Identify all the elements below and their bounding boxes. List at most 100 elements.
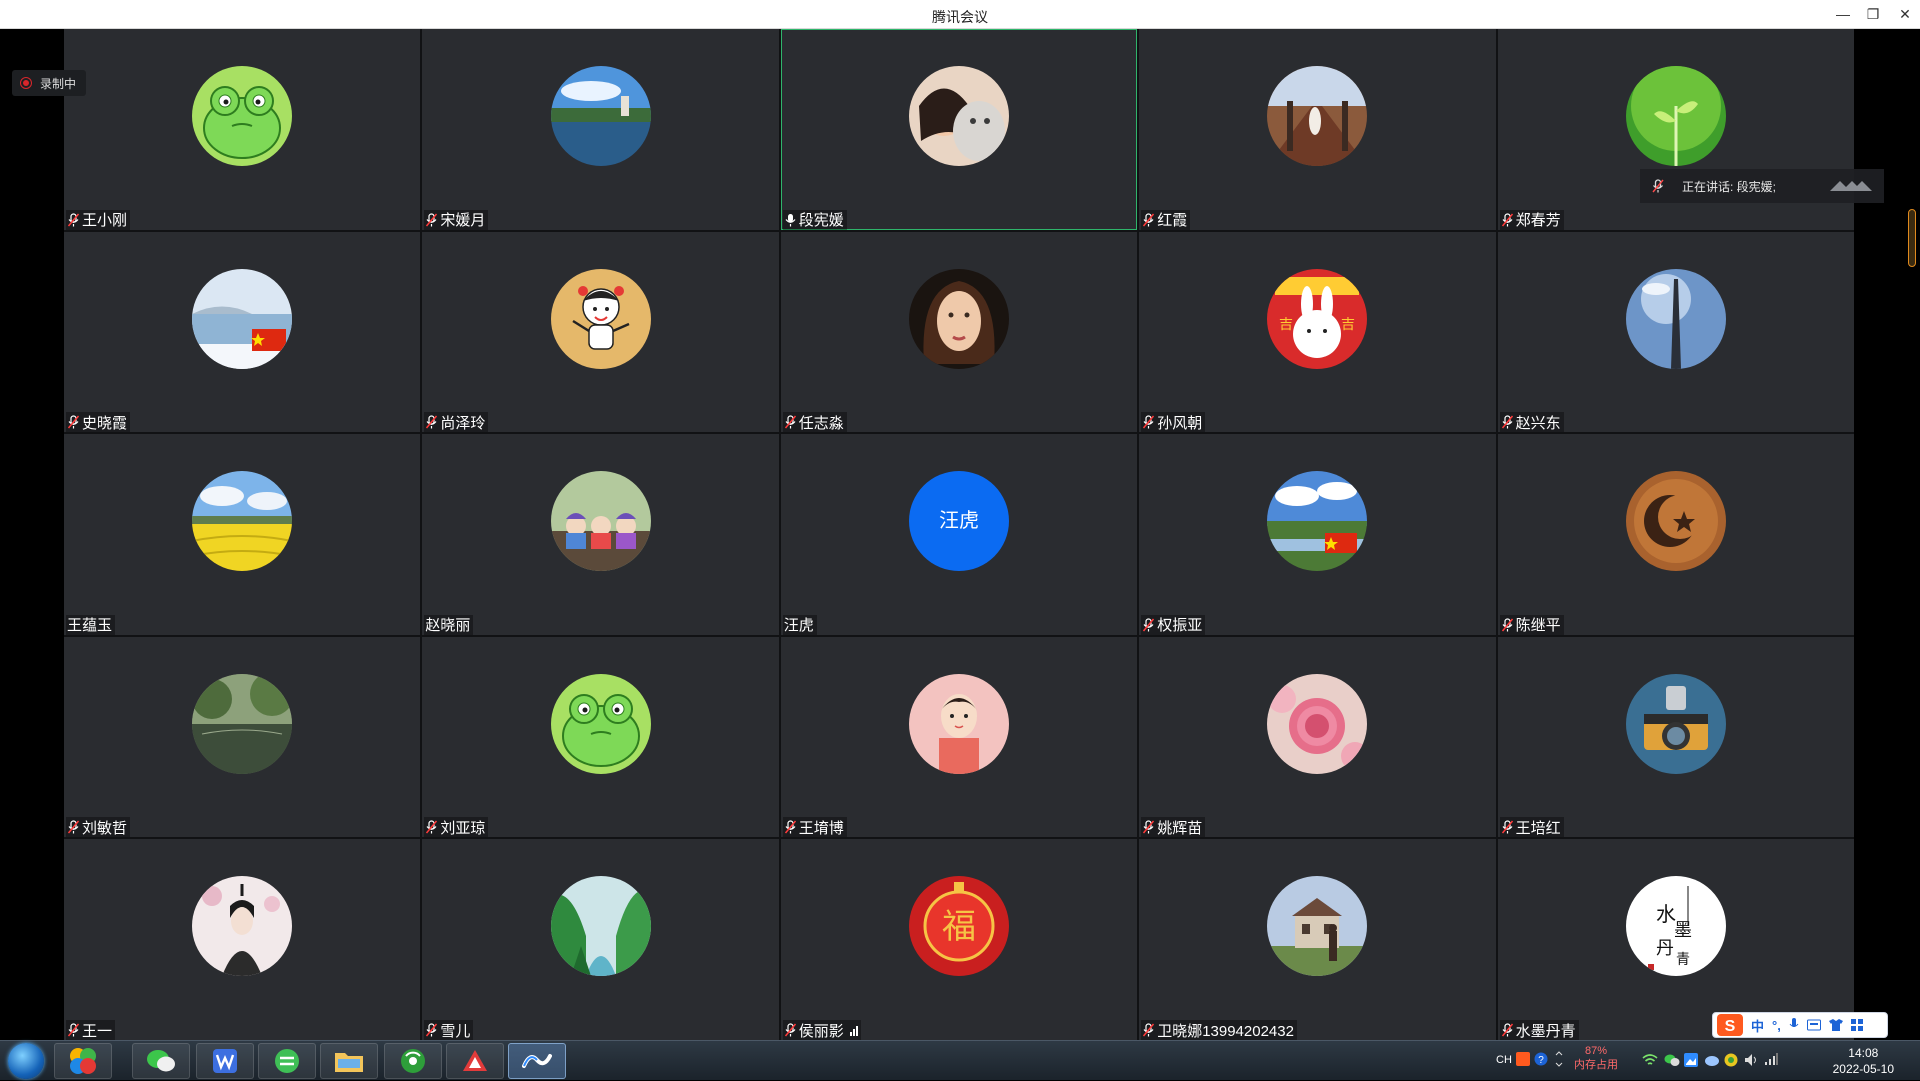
- participant-tile[interactable]: 尚泽玲: [422, 231, 779, 433]
- wechat-tray-icon[interactable]: [1664, 1053, 1680, 1067]
- participant-tile[interactable]: 姚辉苗: [1139, 636, 1496, 838]
- participant-name-tag: 赵兴东: [1499, 412, 1564, 433]
- house-photo: [1267, 876, 1368, 977]
- sogou-tray-icon[interactable]: [1516, 1052, 1530, 1066]
- winter-lake-photo: [192, 268, 293, 369]
- taskbar-network-app[interactable]: [384, 1043, 442, 1079]
- microphone-muted-icon[interactable]: [1501, 415, 1514, 429]
- wifi-icon[interactable]: [1642, 1053, 1658, 1067]
- svg-text:?: ?: [1538, 1055, 1544, 1066]
- microphone-muted-icon[interactable]: [425, 212, 438, 227]
- frog-icon: [192, 66, 293, 166]
- microphone-muted-icon[interactable]: [784, 1023, 797, 1037]
- microphone-muted-icon[interactable]: [67, 212, 80, 227]
- skin-icon[interactable]: [1828, 1019, 1843, 1031]
- participant-tile[interactable]: 福侯丽影: [780, 839, 1138, 1040]
- bridge-photo: [1267, 66, 1368, 166]
- minimize-button[interactable]: —: [1832, 4, 1854, 24]
- cloud-icon[interactable]: [1704, 1053, 1720, 1067]
- network-signal-icon[interactable]: [1764, 1052, 1778, 1066]
- clock[interactable]: 14:08 2022-05-10: [1833, 1045, 1894, 1077]
- participant-tile[interactable]: 汪虎 汪虎: [780, 434, 1138, 635]
- participant-name: 史晓霞: [82, 414, 128, 432]
- recording-indicator[interactable]: 录制中: [12, 70, 87, 96]
- participant-tile[interactable]: 卫晓娜13994202432: [1139, 839, 1496, 1040]
- security-tray-icon[interactable]: [1724, 1053, 1738, 1067]
- participant-tile[interactable]: 赵晓丽: [422, 434, 779, 635]
- participant-tile[interactable]: 段宪媛: [780, 29, 1138, 230]
- punctuation-icon[interactable]: °,: [1772, 1018, 1781, 1033]
- taskbar-browser[interactable]: [258, 1043, 316, 1079]
- taskbar-file-explorer[interactable]: [320, 1043, 378, 1079]
- participant-tile[interactable]: 陈继平: [1497, 434, 1854, 635]
- microphone-muted-icon[interactable]: [1142, 618, 1155, 632]
- participant-tile[interactable]: 雪儿: [422, 839, 779, 1040]
- microphone-muted-icon[interactable]: [67, 820, 80, 834]
- participant-tile[interactable]: 王一: [64, 839, 421, 1040]
- participant-tile[interactable]: 王小刚: [64, 29, 421, 230]
- microphone-muted-icon[interactable]: [784, 820, 797, 834]
- microphone-muted-icon[interactable]: [425, 1023, 438, 1037]
- microphone-muted-icon[interactable]: [1142, 820, 1155, 834]
- clock-date: 2022-05-10: [1832, 1062, 1894, 1076]
- participant-tile[interactable]: 刘亚琼: [422, 636, 779, 838]
- toolbox-icon[interactable]: [1850, 1019, 1863, 1031]
- taskbar-wechat[interactable]: [132, 1043, 190, 1079]
- browser-icon: [275, 1049, 299, 1073]
- microphone-muted-icon[interactable]: [1501, 618, 1514, 632]
- microphone-muted-icon[interactable]: [67, 1023, 80, 1037]
- taskbar-red-app[interactable]: [446, 1043, 504, 1079]
- participant-tile[interactable]: 吉吉孙风朝: [1139, 231, 1496, 433]
- participant-tile[interactable]: 刘敏哲: [64, 636, 421, 838]
- help-icon[interactable]: ?: [1534, 1052, 1548, 1066]
- language-indicator[interactable]: CH: [1496, 1054, 1512, 1066]
- ime-toolbar[interactable]: S 中 °,: [1712, 1012, 1888, 1038]
- participant-name: 侯丽影: [798, 1022, 844, 1040]
- microphone-muted-icon[interactable]: [425, 415, 438, 429]
- volume-icon[interactable]: [1744, 1053, 1758, 1067]
- participant-name: 红霞: [1157, 212, 1188, 230]
- lake-photo: [550, 66, 651, 166]
- microphone-muted-icon[interactable]: [1142, 212, 1155, 227]
- svg-text:福: 福: [942, 907, 976, 947]
- photos-tray-icon[interactable]: [1684, 1053, 1698, 1067]
- ime-mode[interactable]: 中: [1751, 1016, 1764, 1035]
- taskbar-tencent-meeting[interactable]: [508, 1043, 566, 1079]
- frog-icon: [550, 673, 651, 774]
- microphone-muted-icon[interactable]: [1501, 1023, 1514, 1037]
- tray-expand-icon[interactable]: [1554, 1051, 1564, 1067]
- microphone-muted-icon[interactable]: [1501, 212, 1514, 227]
- avatar: [1267, 673, 1368, 774]
- fu-lantern-icon: 福: [908, 876, 1009, 977]
- microphone-muted-icon[interactable]: [425, 820, 438, 834]
- taskbar-photo-app[interactable]: [54, 1043, 112, 1079]
- participant-tile[interactable]: 赵兴东: [1497, 231, 1854, 433]
- participant-tile[interactable]: 权振亚: [1139, 434, 1496, 635]
- microphone-muted-icon[interactable]: [67, 415, 80, 429]
- participant-tile[interactable]: 任志淼: [780, 231, 1138, 433]
- participant-tile[interactable]: 红霞: [1139, 29, 1496, 230]
- keyboard-icon[interactable]: [1806, 1019, 1821, 1031]
- start-button[interactable]: [8, 1043, 44, 1079]
- microphone-muted-icon[interactable]: [784, 415, 797, 429]
- participant-tile[interactable]: 水墨丹青水墨丹青: [1497, 839, 1854, 1040]
- participant-tile[interactable]: 王堉博: [780, 636, 1138, 838]
- microphone-muted-icon[interactable]: [1501, 820, 1514, 834]
- participant-name-tag: 汪虎: [782, 614, 817, 635]
- taskbar-wps[interactable]: [196, 1043, 254, 1079]
- participant-tile[interactable]: 王蕴玉: [64, 434, 421, 635]
- dolls-photo: [550, 471, 651, 572]
- woman-portrait-photo: [908, 268, 1009, 369]
- participant-tile[interactable]: 宋媛月: [422, 29, 779, 230]
- participant-tile[interactable]: 王培红: [1497, 636, 1854, 838]
- participant-tile[interactable]: 史晓霞: [64, 231, 421, 433]
- voice-input-icon[interactable]: [1789, 1018, 1799, 1032]
- restore-button[interactable]: ❐: [1862, 4, 1884, 24]
- microphone-icon[interactable]: [784, 213, 797, 227]
- microphone-muted-icon[interactable]: [1142, 415, 1155, 429]
- close-button[interactable]: ✕: [1894, 4, 1916, 24]
- avatar: [1625, 673, 1726, 774]
- microphone-muted-icon[interactable]: [1142, 1023, 1155, 1037]
- memory-usage[interactable]: 87% 内存占用: [1574, 1044, 1618, 1072]
- scroll-handle[interactable]: [1908, 209, 1916, 267]
